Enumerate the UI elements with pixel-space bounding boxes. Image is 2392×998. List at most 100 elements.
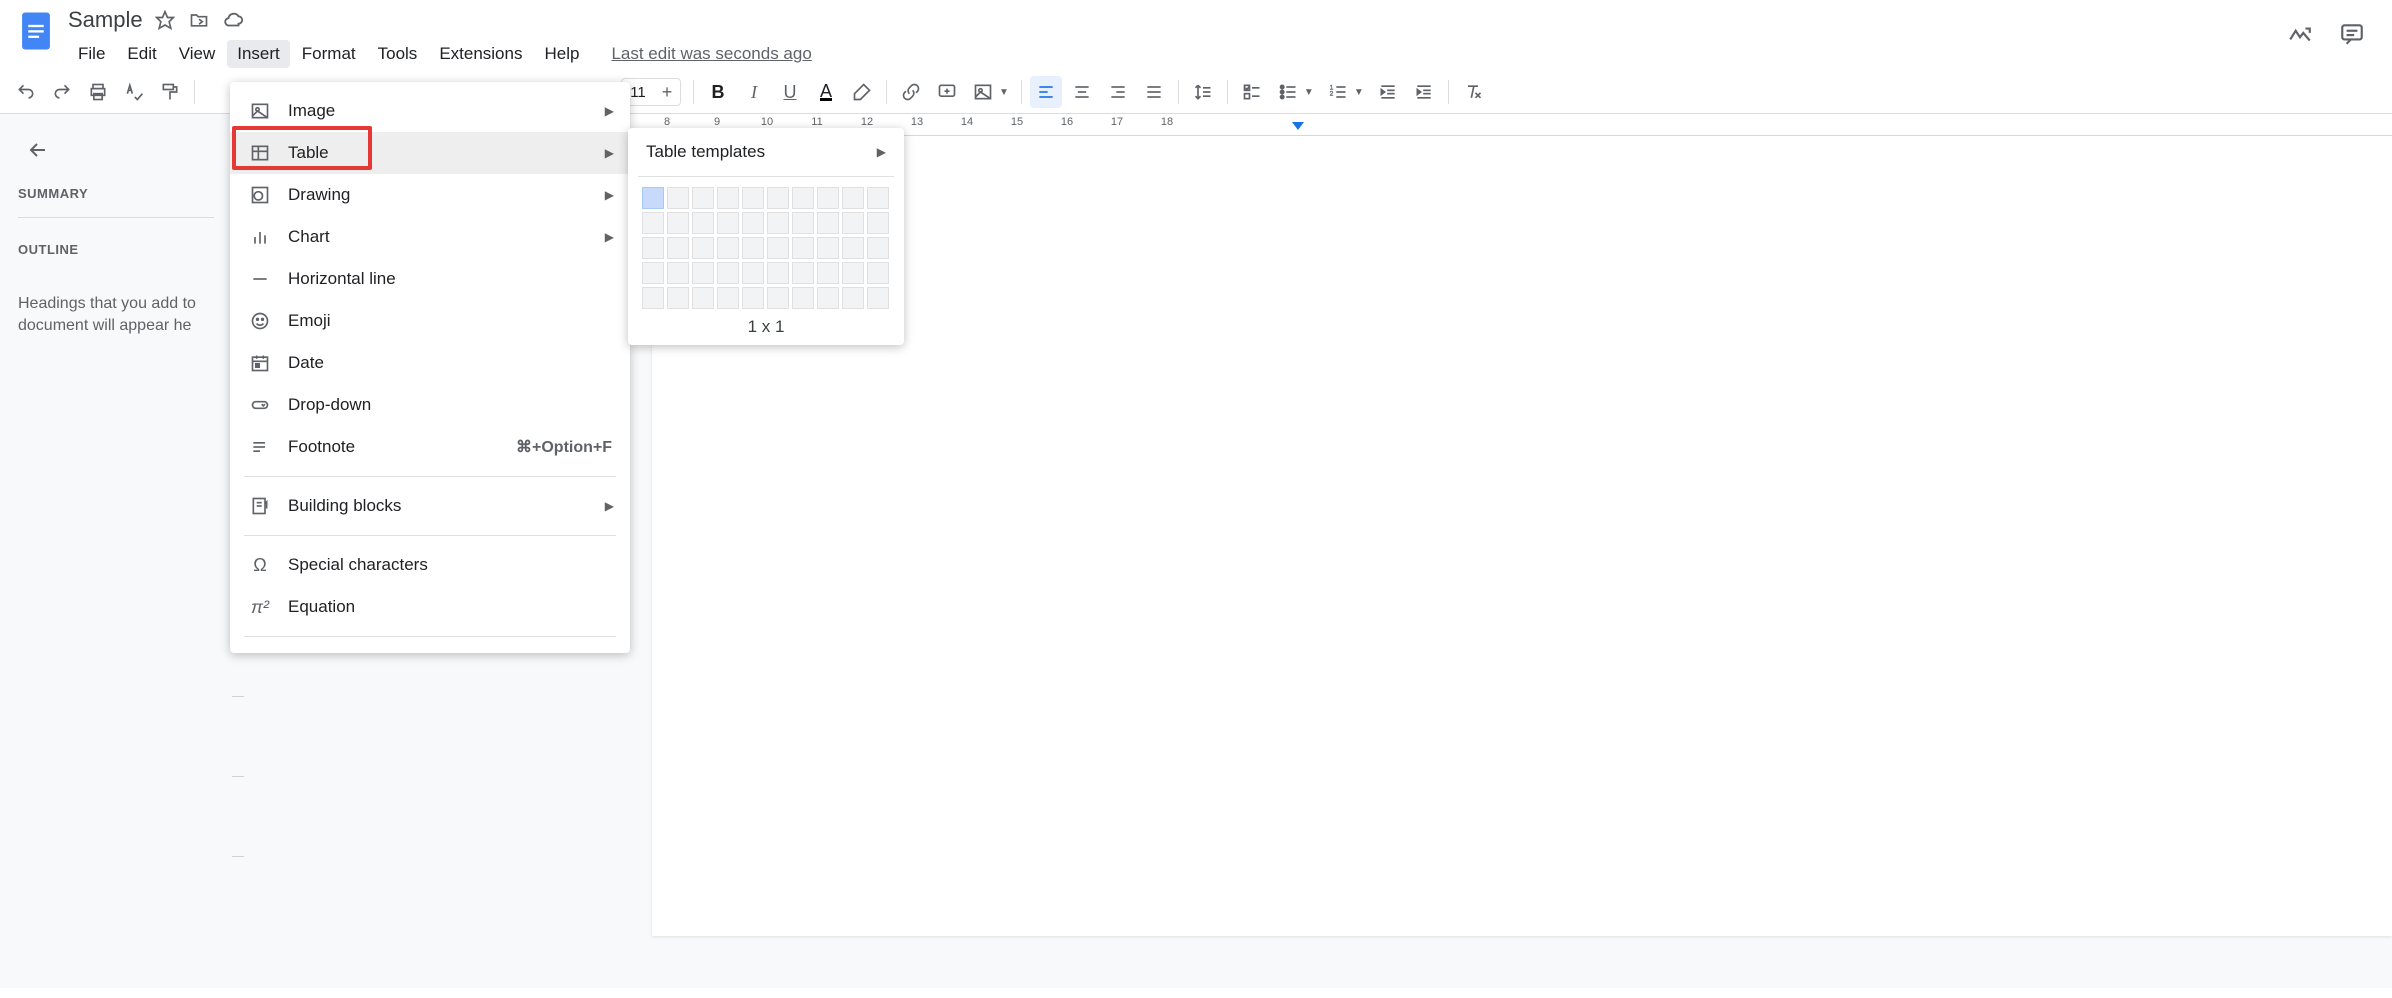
undo-button[interactable]	[10, 76, 42, 108]
table-grid-cell[interactable]	[767, 287, 789, 309]
menu-format[interactable]: Format	[292, 40, 366, 68]
insert-emoji-item[interactable]: Emoji	[230, 300, 630, 342]
text-color-button[interactable]: A	[810, 76, 842, 108]
table-grid-cell[interactable]	[692, 262, 714, 284]
table-grid-cell[interactable]	[717, 287, 739, 309]
table-grid-cell[interactable]	[692, 187, 714, 209]
menu-tools[interactable]: Tools	[368, 40, 428, 68]
menu-extensions[interactable]: Extensions	[429, 40, 532, 68]
add-comment-button[interactable]	[931, 76, 963, 108]
insert-special-characters-item[interactable]: Ω Special characters	[230, 544, 630, 586]
last-edit-link[interactable]: Last edit was seconds ago	[611, 44, 811, 64]
table-grid-cell[interactable]	[767, 187, 789, 209]
right-indent-marker[interactable]	[1292, 122, 1304, 130]
table-grid-cell[interactable]	[867, 187, 889, 209]
table-grid-cell[interactable]	[717, 237, 739, 259]
activity-icon[interactable]	[2286, 20, 2314, 48]
spellcheck-button[interactable]	[118, 76, 150, 108]
table-grid-cell[interactable]	[792, 212, 814, 234]
italic-button[interactable]: I	[738, 76, 770, 108]
table-grid-cell[interactable]	[842, 287, 864, 309]
align-center-button[interactable]	[1066, 76, 1098, 108]
menu-view[interactable]: View	[169, 40, 226, 68]
table-grid-cell[interactable]	[667, 262, 689, 284]
table-grid-cell[interactable]	[817, 237, 839, 259]
bold-button[interactable]: B	[702, 76, 734, 108]
table-grid-cell[interactable]	[867, 237, 889, 259]
docs-logo[interactable]	[16, 6, 56, 56]
insert-date-item[interactable]: Date	[230, 342, 630, 384]
insert-building-blocks-item[interactable]: Building blocks ▶	[230, 485, 630, 527]
print-button[interactable]	[82, 76, 114, 108]
table-grid-cell[interactable]	[742, 237, 764, 259]
font-size-control[interactable]: 11 +	[621, 78, 681, 106]
numbered-list-button[interactable]: 12	[1322, 76, 1354, 108]
align-right-button[interactable]	[1102, 76, 1134, 108]
comments-icon[interactable]	[2338, 20, 2366, 48]
table-grid-cell[interactable]	[867, 287, 889, 309]
insert-dropdown-item[interactable]: Drop-down	[230, 384, 630, 426]
redo-button[interactable]	[46, 76, 78, 108]
table-grid-cell[interactable]	[667, 237, 689, 259]
table-grid-cell[interactable]	[767, 237, 789, 259]
table-grid-cell[interactable]	[692, 212, 714, 234]
collapse-outline-button[interactable]	[22, 134, 54, 166]
paint-format-button[interactable]	[154, 76, 186, 108]
table-grid-cell[interactable]	[742, 187, 764, 209]
table-grid-cell[interactable]	[792, 287, 814, 309]
clear-formatting-button[interactable]	[1457, 76, 1489, 108]
table-grid-cell[interactable]	[792, 237, 814, 259]
insert-chart-item[interactable]: Chart ▶	[230, 216, 630, 258]
align-left-button[interactable]	[1030, 76, 1062, 108]
cloud-status-icon[interactable]	[221, 8, 245, 32]
table-grid-cell[interactable]	[667, 187, 689, 209]
table-grid-cell[interactable]	[692, 287, 714, 309]
menu-file[interactable]: File	[68, 40, 115, 68]
table-size-grid[interactable]	[628, 187, 904, 309]
insert-link-button[interactable]	[895, 76, 927, 108]
insert-image-item[interactable]: Image ▶	[230, 90, 630, 132]
menu-insert[interactable]: Insert	[227, 40, 290, 68]
table-grid-cell[interactable]	[642, 237, 664, 259]
table-grid-cell[interactable]	[742, 262, 764, 284]
table-grid-cell[interactable]	[817, 187, 839, 209]
table-grid-cell[interactable]	[717, 187, 739, 209]
table-grid-cell[interactable]	[717, 212, 739, 234]
table-grid-cell[interactable]	[717, 262, 739, 284]
table-grid-cell[interactable]	[842, 237, 864, 259]
table-grid-cell[interactable]	[767, 212, 789, 234]
table-grid-cell[interactable]	[792, 187, 814, 209]
underline-button[interactable]: U	[774, 76, 806, 108]
chevron-down-icon[interactable]: ▼	[1304, 87, 1314, 98]
insert-horizontal-line-item[interactable]: Horizontal line	[230, 258, 630, 300]
doc-title[interactable]: Sample	[68, 7, 143, 33]
highlight-color-button[interactable]	[846, 76, 878, 108]
table-grid-cell[interactable]	[867, 262, 889, 284]
insert-footnote-item[interactable]: Footnote ⌘+Option+F	[230, 426, 630, 468]
insert-equation-item[interactable]: π² Equation	[230, 586, 630, 628]
menu-edit[interactable]: Edit	[117, 40, 166, 68]
checklist-button[interactable]	[1236, 76, 1268, 108]
table-grid-cell[interactable]	[742, 212, 764, 234]
table-grid-cell[interactable]	[767, 262, 789, 284]
move-icon[interactable]	[187, 8, 211, 32]
table-grid-cell[interactable]	[817, 262, 839, 284]
align-justify-button[interactable]	[1138, 76, 1170, 108]
decrease-indent-button[interactable]	[1372, 76, 1404, 108]
table-grid-cell[interactable]	[742, 287, 764, 309]
line-spacing-button[interactable]	[1187, 76, 1219, 108]
table-grid-cell[interactable]	[842, 212, 864, 234]
table-grid-cell[interactable]	[792, 262, 814, 284]
table-grid-cell[interactable]	[667, 212, 689, 234]
table-grid-cell[interactable]	[842, 187, 864, 209]
chevron-down-icon[interactable]: ▼	[1354, 87, 1364, 98]
table-grid-cell[interactable]	[642, 262, 664, 284]
document-page[interactable]	[652, 136, 2392, 936]
star-icon[interactable]	[153, 8, 177, 32]
table-grid-cell[interactable]	[817, 287, 839, 309]
table-grid-cell[interactable]	[817, 212, 839, 234]
chevron-down-icon[interactable]: ▼	[999, 87, 1009, 98]
menu-help[interactable]: Help	[534, 40, 589, 68]
table-grid-cell[interactable]	[692, 237, 714, 259]
table-grid-cell[interactable]	[642, 287, 664, 309]
